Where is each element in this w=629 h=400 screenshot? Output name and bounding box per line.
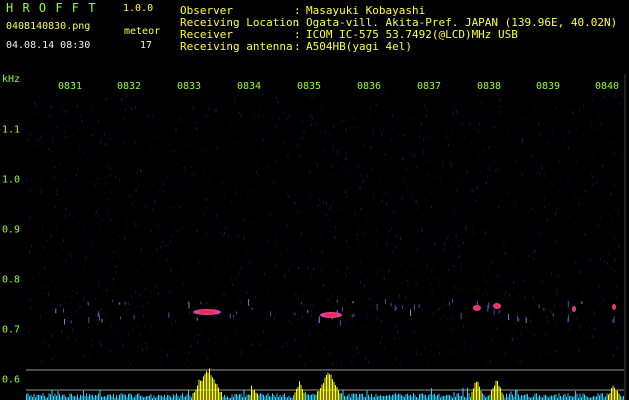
time-label: 0834 (236, 81, 262, 92)
time-label: 0836 (356, 81, 382, 92)
echo-speck (133, 315, 135, 320)
echo-speck (568, 314, 570, 322)
app-logo: H R O F F T (6, 1, 97, 15)
echo-speck (395, 306, 397, 310)
echo-speck (477, 300, 478, 306)
echo-speck (581, 301, 583, 304)
echo-speck (390, 303, 392, 307)
echo-speck (538, 304, 540, 309)
echo-speck (188, 301, 190, 309)
echo-speck (402, 306, 403, 309)
echo-speck (248, 299, 250, 306)
echo-speck (88, 317, 90, 324)
echo-speck (270, 311, 272, 317)
echo-speck (64, 319, 65, 325)
echo-speck (307, 309, 309, 313)
time-label: 0840 (594, 81, 620, 92)
spectrogram-plot (26, 94, 625, 400)
time-label: 0838 (476, 81, 502, 92)
echo-speck (413, 304, 415, 311)
echo-speck (518, 317, 520, 322)
echo-speck (487, 305, 489, 312)
frequency-label: 0.9 (2, 224, 21, 236)
echo-speck (336, 299, 338, 303)
echo-speck (351, 314, 353, 318)
echo-speck (498, 309, 500, 314)
echo-speck (488, 302, 490, 309)
echo-speck (418, 304, 420, 308)
echo-speck (251, 307, 253, 310)
frequency-label: 0.7 (2, 324, 21, 336)
echo-speck (525, 317, 527, 323)
echo-speck (460, 313, 462, 320)
echo-speck (493, 309, 495, 315)
echo-speck (318, 319, 320, 323)
antenna-colon: : (294, 40, 301, 53)
echo-speck (87, 301, 89, 306)
echo-speck (352, 301, 354, 304)
echo-speck (410, 309, 411, 316)
time-label: 0833 (176, 81, 202, 92)
echo-speck (200, 301, 202, 305)
time-label: 0832 (116, 81, 142, 92)
meteor-label: meteor (124, 26, 161, 37)
meteor-echo-core (474, 306, 480, 310)
echo-speck (233, 315, 235, 318)
antenna-value: A504HB(yagi 4el) (306, 40, 412, 53)
app-version: 1.0.0 (123, 3, 154, 14)
hroft-window: H R O F F T 1.0.0 0408140830.png meteor … (0, 0, 629, 400)
frequency-unit-label: kHz (2, 74, 21, 85)
echo-speck (300, 302, 302, 305)
plot-frame-edge (624, 74, 626, 400)
frequency-label: 0.6 (2, 374, 21, 386)
echo-speck (99, 314, 100, 321)
echo-speck (384, 299, 386, 305)
meteor-count: 17 (140, 40, 153, 51)
frequency-label: 1.0 (2, 174, 21, 186)
echo-speck (543, 307, 545, 311)
echo-speck (552, 313, 554, 317)
echo-speck (168, 312, 170, 318)
meteor-echo-core (198, 310, 216, 314)
echo-speck (229, 313, 231, 319)
capture-datetime: 04.08.14 08:30 (6, 40, 91, 51)
antenna-label: Receiving antenna (180, 40, 293, 53)
echo-speck (353, 313, 355, 317)
echo-speck (63, 308, 64, 313)
time-label: 0839 (535, 81, 561, 92)
echo-speck (236, 311, 238, 315)
echo-speck (294, 313, 296, 316)
echo-speck (119, 302, 121, 305)
echo-speck (452, 299, 453, 303)
echo-speck (55, 308, 57, 314)
echo-speck (101, 318, 103, 323)
echo-speck (196, 317, 198, 321)
time-label: 0837 (416, 81, 442, 92)
meteor-echo-core (324, 313, 338, 317)
frequency-label: 1.1 (2, 124, 21, 136)
echo-speck (124, 301, 126, 305)
meteor-echo-core (494, 304, 500, 308)
frequency-label: 0.8 (2, 274, 21, 286)
echo-speck (339, 319, 341, 326)
echo-speck (507, 313, 509, 321)
echo-speck (341, 306, 343, 312)
echo-speck (517, 315, 519, 321)
echo-speck (612, 319, 614, 324)
signal-level-trace (26, 368, 625, 400)
echo-speck (376, 304, 378, 311)
meteor-echo-core (572, 307, 576, 311)
time-label: 0831 (57, 81, 83, 92)
time-label: 0835 (296, 81, 322, 92)
image-filename: 0408140830.png (6, 21, 91, 32)
echo-speck (449, 301, 450, 306)
meteor-echo-core (612, 305, 616, 309)
echo-speck (112, 299, 114, 302)
echo-speck (613, 316, 615, 323)
echo-speck (567, 300, 569, 308)
echo-speck (394, 304, 396, 312)
echo-speck (70, 320, 72, 324)
noise-texture (26, 94, 623, 367)
echo-speck (120, 316, 121, 320)
